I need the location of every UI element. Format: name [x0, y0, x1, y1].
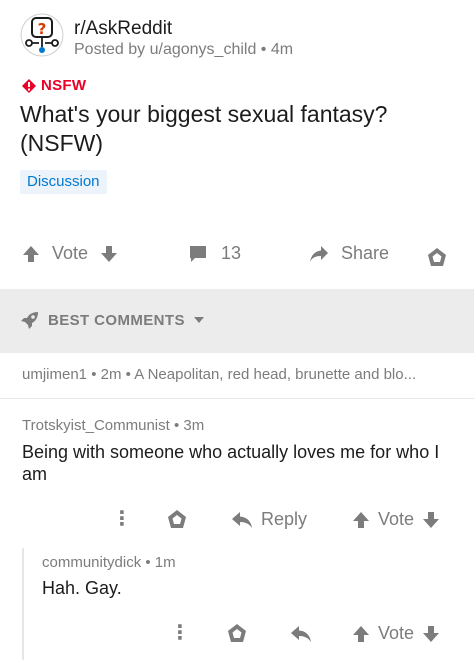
meta-separator: • — [145, 554, 155, 571]
divider — [0, 398, 474, 399]
nsfw-tag: NSFW — [22, 77, 86, 94]
subreddit-name[interactable]: r/AskReddit — [74, 18, 172, 40]
comment-body: Hah. Gay. — [42, 578, 122, 598]
comment-meta: communitydick • 1m — [42, 554, 176, 571]
meta-separator: • — [260, 41, 271, 58]
comment-meta: Trotskyist_Communist • 3m — [22, 417, 204, 434]
post-vote-control: Vote — [22, 243, 118, 264]
downvote-icon[interactable] — [100, 245, 118, 263]
comment-count: 13 — [221, 243, 242, 263]
sort-label: BEST COMMENTS — [48, 311, 185, 329]
comment-age: 1m — [154, 554, 176, 571]
chevron-down-icon — [193, 316, 205, 324]
upvote-icon[interactable] — [352, 625, 370, 643]
nsfw-label: NSFW — [41, 77, 87, 94]
comment-body: Being with someone who actually loves me… — [22, 442, 440, 484]
comment-icon — [189, 245, 207, 263]
comment-author[interactable]: Trotskyist_Communist — [22, 417, 170, 434]
post-byline: Posted by u/agonys_child • 4m — [74, 41, 293, 59]
post-flair[interactable]: Discussion — [20, 170, 107, 194]
share-button[interactable]: Share — [309, 243, 389, 264]
upvote-icon[interactable] — [22, 245, 40, 263]
comment-vote-control: Vote — [352, 623, 440, 644]
comment-age: 2m — [100, 366, 122, 383]
comment-age: 3m — [183, 417, 205, 434]
reply-label: Reply — [261, 509, 308, 529]
more-icon[interactable]: ⋮ — [170, 623, 190, 643]
meta-separator: • — [91, 366, 101, 383]
comment-preview: A Neapolitan, red head, brunette and blo… — [134, 366, 417, 383]
reply-icon — [231, 511, 253, 529]
vote-label: Vote — [378, 623, 415, 643]
collapsed-comment[interactable]: umjimen1 • 2m • A Neapolitan, red head, … — [22, 366, 462, 383]
posted-by-user[interactable]: Posted by u/agonys_child — [74, 41, 256, 58]
comment-vote-control: Vote — [352, 509, 440, 530]
comment-author[interactable]: communitydick — [42, 554, 141, 571]
post-title[interactable]: What's your biggest sexual fantasy? (NSF… — [20, 100, 460, 158]
award-button[interactable] — [426, 247, 448, 269]
meta-separator: • — [125, 366, 135, 383]
reply-icon[interactable] — [290, 625, 312, 643]
share-icon — [309, 245, 329, 263]
rocket-icon — [20, 310, 40, 330]
award-icon[interactable] — [166, 509, 188, 531]
nsfw-diamond-icon — [22, 78, 36, 93]
award-icon — [426, 247, 448, 269]
vote-label: Vote — [52, 243, 89, 263]
meta-separator: • — [173, 417, 184, 434]
comments-button[interactable]: 13 — [189, 243, 241, 264]
more-icon[interactable]: ⋮ — [112, 509, 132, 529]
comment-author[interactable]: umjimen1 — [22, 366, 87, 383]
comment-sort-dropdown[interactable]: BEST COMMENTS — [20, 310, 205, 330]
thread-line[interactable] — [22, 548, 24, 660]
reply-button[interactable]: Reply — [231, 509, 307, 530]
downvote-icon[interactable] — [422, 511, 440, 529]
downvote-icon[interactable] — [422, 625, 440, 643]
upvote-icon[interactable] — [352, 511, 370, 529]
svg-text:?: ? — [38, 20, 47, 38]
vote-label: Vote — [378, 509, 415, 529]
subreddit-avatar-icon[interactable]: ? — [20, 13, 64, 57]
award-icon[interactable] — [226, 623, 248, 645]
share-label: Share — [341, 243, 390, 263]
post-age: 4m — [270, 41, 294, 58]
